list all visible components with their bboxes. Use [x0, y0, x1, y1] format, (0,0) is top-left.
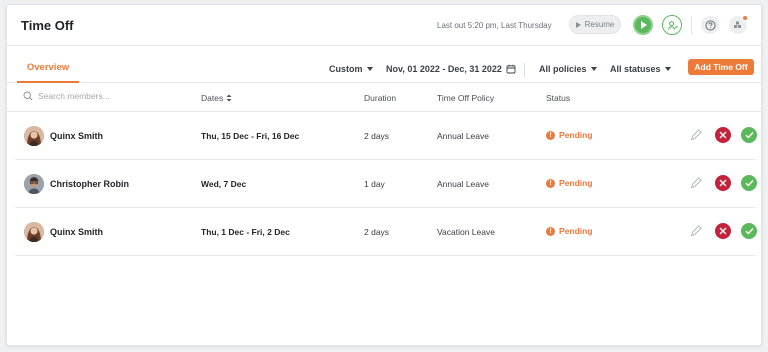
add-time-off-button[interactable]: Add Time Off [688, 59, 754, 75]
table-row: Quinx Smith Thu, 1 Dec - Fri, 2 Dec 2 da… [15, 208, 757, 256]
chevron-down-icon [664, 67, 671, 71]
top-bar: Time Off Last out 5:20 pm, Last Thursday… [7, 5, 761, 46]
tab-bar: Overview Custom Nov, 01 2022 - Dec, 31 2… [7, 46, 761, 83]
approve-icon [745, 180, 754, 187]
resume-button[interactable]: Resume [569, 15, 621, 34]
policies-label: All policies [539, 64, 587, 74]
approve-icon [745, 228, 754, 235]
alert-icon: ! [546, 178, 555, 188]
statuses-dropdown[interactable]: All statuses [610, 64, 671, 74]
member-photo [24, 222, 44, 242]
member-search[interactable] [23, 91, 158, 101]
alert-icon: ! [546, 226, 555, 236]
approve-button[interactable] [741, 223, 757, 239]
edit-icon[interactable] [689, 176, 703, 190]
row-duration: 2 days [364, 131, 390, 141]
alert-icon: ! [546, 130, 555, 140]
reject-icon [719, 131, 727, 139]
status-badge: ! Pending [546, 178, 593, 188]
row-duration: 1 day [364, 179, 385, 189]
member-name: Quinx Smith [50, 131, 104, 141]
member-photo [24, 126, 44, 146]
row-dates: Thu, 1 Dec - Fri, 2 Dec [201, 227, 290, 237]
time-off-window: Time Off Last out 5:20 pm, Last Thursday… [6, 4, 762, 346]
reject-button[interactable] [715, 127, 731, 143]
calendar-icon [506, 64, 516, 74]
assign-user-icon [667, 20, 678, 30]
statuses-label: All statuses [610, 64, 661, 74]
last-out-text: Last out 5:20 pm, Last Thursday [437, 21, 552, 30]
row-duration: 2 days [364, 227, 390, 237]
reject-icon [719, 227, 727, 235]
tab-overview[interactable]: Overview [17, 62, 79, 83]
resume-play-icon [575, 21, 581, 28]
reject-icon [719, 179, 727, 187]
apps-button[interactable] [729, 15, 748, 34]
search-input[interactable] [38, 91, 158, 101]
page-title: Time Off [21, 18, 74, 33]
date-range-picker[interactable]: Nov, 01 2022 - Dec, 31 2022 [386, 64, 516, 74]
member-name: Quinx Smith [50, 227, 104, 237]
search-icon [23, 91, 33, 101]
avatar [24, 174, 44, 194]
reject-button[interactable] [715, 175, 731, 191]
start-timer-button[interactable] [633, 15, 653, 35]
table-row: Quinx Smith Thu, 15 Dec - Fri, 16 Dec 2 … [15, 112, 757, 160]
filter-divider [524, 63, 525, 77]
table-row: Christopher Robin Wed, 7 Dec 1 day Annua… [15, 160, 757, 208]
row-policy: Vacation Leave [437, 227, 495, 237]
sort-icon [226, 94, 232, 102]
status-badge: ! Pending [546, 130, 593, 140]
avatar [24, 126, 44, 146]
range-type-dropdown[interactable]: Custom [329, 64, 373, 74]
duration-column-header: Duration [364, 93, 397, 103]
edit-icon[interactable] [689, 128, 703, 142]
header-divider [691, 16, 692, 34]
date-range-label: Nov, 01 2022 - Dec, 31 2022 [386, 64, 502, 74]
apps-icon [734, 21, 741, 28]
resume-label: Resume [584, 20, 615, 29]
approve-button[interactable] [741, 175, 757, 191]
approve-button[interactable] [741, 127, 757, 143]
member-photo [24, 174, 44, 194]
row-dates: Wed, 7 Dec [201, 179, 247, 189]
table-header: Dates Duration Time Off Policy Status [7, 84, 761, 112]
policies-dropdown[interactable]: All policies [539, 64, 597, 74]
play-icon [641, 21, 647, 29]
dates-header-label: Dates [201, 93, 224, 103]
approve-icon [745, 132, 754, 139]
chevron-down-icon [366, 67, 373, 71]
status-label: Pending [559, 178, 593, 188]
policy-column-header: Time Off Policy [437, 93, 495, 103]
avatar [24, 222, 44, 242]
status-badge: ! Pending [546, 226, 593, 236]
edit-icon[interactable] [689, 224, 703, 238]
assign-user-button[interactable] [662, 15, 682, 35]
dates-column-header[interactable]: Dates [201, 93, 232, 103]
status-label: Pending [559, 226, 593, 236]
help-button[interactable] [701, 16, 719, 34]
reject-button[interactable] [715, 223, 731, 239]
chevron-down-icon [590, 67, 597, 71]
row-dates: Thu, 15 Dec - Fri, 16 Dec [201, 131, 300, 141]
row-policy: Annual Leave [437, 179, 489, 189]
member-name: Christopher Robin [50, 179, 129, 189]
help-icon [704, 19, 716, 31]
range-type-label: Custom [329, 64, 363, 74]
status-label: Pending [559, 130, 593, 140]
status-column-header: Status [546, 93, 571, 103]
row-policy: Annual Leave [437, 131, 489, 141]
notification-dot [742, 15, 748, 21]
